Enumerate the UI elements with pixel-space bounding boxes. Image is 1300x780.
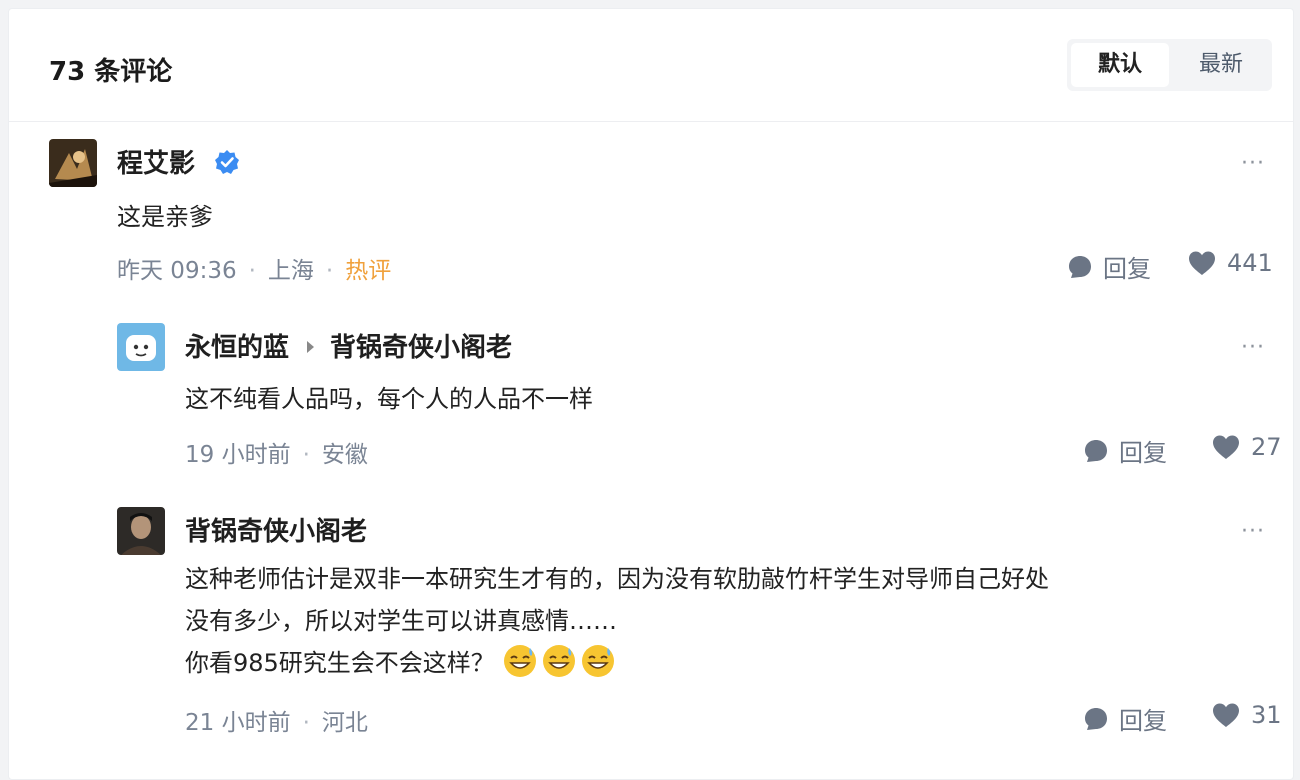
sweat-smile-emoji-icon — [582, 645, 615, 677]
like-button[interactable]: 31 — [1211, 701, 1282, 729]
comment-time: 19 小时前 — [185, 442, 291, 468]
reply-label: 回复 — [1119, 707, 1167, 735]
like-button[interactable]: 441 — [1187, 249, 1273, 277]
reply-bubble-icon — [1085, 439, 1107, 462]
sweat-smile-emoji-icon — [543, 645, 576, 677]
comment-time: 昨天 09:36 — [117, 258, 237, 284]
comments-panel: 73 条评论 默认 最新 程艾影 ··· 这是亲爹 昨天 09:36 · 上海 · 热评 — [8, 8, 1294, 780]
like-button[interactable]: 27 — [1211, 433, 1282, 461]
comment-location: 上海 — [267, 258, 314, 284]
more-options-icon[interactable]: ··· — [1241, 519, 1265, 544]
heart-icon — [1213, 703, 1239, 727]
comments-header: 73 条评论 默认 最新 — [9, 9, 1293, 122]
avatar[interactable] — [117, 507, 165, 555]
sweat-smile-emoji-icon — [504, 645, 537, 677]
sort-toggle: 默认 最新 — [1067, 39, 1272, 91]
separator-dot: · — [302, 710, 310, 736]
separator-dot: · — [302, 442, 310, 468]
separator-dot: · — [248, 258, 256, 284]
like-count: 31 — [1251, 701, 1282, 729]
reply-bubble-icon — [1069, 255, 1091, 278]
sort-default-button[interactable]: 默认 — [1071, 43, 1169, 87]
avatar[interactable] — [49, 139, 97, 187]
heart-icon — [1189, 251, 1215, 275]
reply-button[interactable]: 回复 — [1083, 701, 1167, 736]
reply-button[interactable]: 回复 — [1083, 433, 1167, 468]
comment-meta: 21 小时前 · 河北 — [185, 703, 368, 737]
author-name[interactable]: 程艾影 — [117, 149, 195, 179]
heart-icon — [1213, 435, 1239, 459]
reply-arrow-icon — [307, 340, 315, 353]
reply-item: 背锅奇侠小阁老 ··· 这种老师估计是双非一本研究生才有的，因为没有软肋敲竹杆学… — [117, 507, 1282, 737]
separator-dot: · — [325, 258, 334, 284]
avatar[interactable] — [117, 323, 165, 371]
reply-item: 永恒的蓝 背锅奇侠小阁老 ··· 这不纯看人品吗，每个人的人品不一样 19 小时前… — [117, 323, 1282, 473]
comment-location: 安徽 — [321, 442, 368, 468]
reply-bubble-icon — [1085, 707, 1107, 730]
reply-label: 回复 — [1103, 255, 1151, 283]
author-name[interactable]: 背锅奇侠小阁老 — [185, 511, 367, 548]
comment-text-line: 没有多少，所以对学生可以讲真感情…… — [185, 607, 617, 635]
comment-text: 这是亲爹 — [117, 203, 213, 231]
comment-meta: 19 小时前 · 安徽 — [185, 435, 368, 469]
comment-item: 程艾影 ··· 这是亲爹 昨天 09:36 · 上海 · 热评 回复 441 — [49, 139, 1279, 289]
hot-comment-badge: 热评 — [345, 258, 392, 284]
comment-text: 这不纯看人品吗，每个人的人品不一样 — [185, 385, 593, 413]
more-options-icon[interactable]: ··· — [1241, 335, 1265, 360]
like-count: 27 — [1251, 433, 1282, 461]
sort-latest-button[interactable]: 最新 — [1173, 43, 1269, 87]
reply-to-name[interactable]: 背锅奇侠小阁老 — [330, 333, 512, 363]
comment-location: 河北 — [321, 710, 368, 736]
comment-count: 73 条评论 — [49, 57, 173, 87]
reply-label: 回复 — [1119, 439, 1167, 467]
author-name[interactable]: 永恒的蓝 — [185, 333, 289, 363]
more-options-icon[interactable]: ··· — [1241, 151, 1265, 176]
reply-button[interactable]: 回复 — [1067, 249, 1151, 284]
comment-text-line: 这种老师估计是双非一本研究生才有的，因为没有软肋敲竹杆学生对导师自己好处 — [185, 565, 1049, 593]
comment-meta: 昨天 09:36 · 上海 · 热评 — [117, 251, 391, 285]
comment-time: 21 小时前 — [185, 710, 291, 736]
like-count: 441 — [1227, 249, 1273, 277]
verified-badge-icon — [215, 150, 240, 174]
comment-text-line-text: 你看985研究生会不会这样？ — [185, 649, 495, 677]
comment-text-line: 你看985研究生会不会这样？ — [185, 643, 619, 683]
